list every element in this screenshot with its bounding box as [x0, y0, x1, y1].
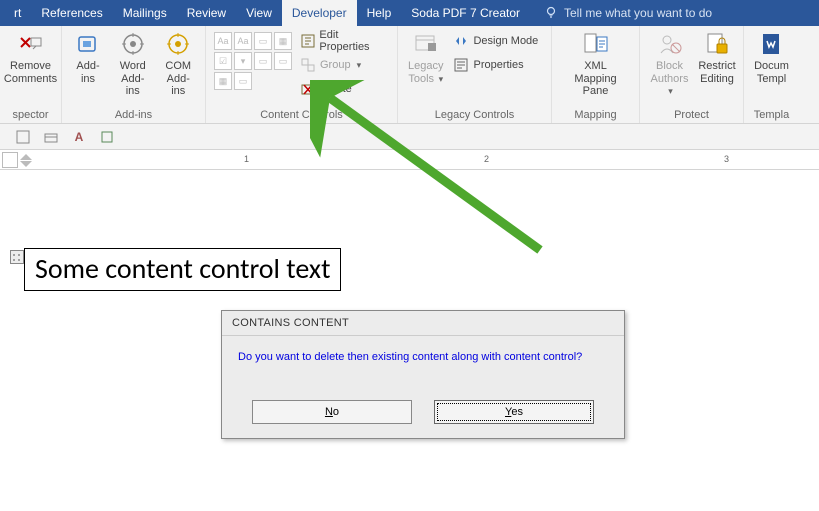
- legacy-tools-button[interactable]: Legacy Tools ▾: [402, 28, 449, 85]
- ribbon-tabs: rt References Mailings Review View Devel…: [0, 0, 819, 26]
- remove-comments-button[interactable]: Remove Comments: [4, 28, 57, 85]
- sec-btn-1[interactable]: [14, 128, 32, 146]
- word-addins-button[interactable]: Word Add-ins: [110, 28, 156, 98]
- tab-mailings[interactable]: Mailings: [113, 0, 177, 26]
- edit-properties-icon: [300, 33, 315, 49]
- document-template-icon: [758, 30, 786, 58]
- xml-mapping-icon: [582, 30, 610, 58]
- dialog-yes-button[interactable]: Yes: [434, 400, 594, 424]
- group-label-mapping: Mapping: [556, 108, 635, 123]
- chevron-down-icon: ▾: [355, 60, 362, 71]
- ribbon: Remove Comments spector Add- ins Word Ad…: [0, 26, 819, 124]
- document-template-button[interactable]: Docum Templ: [748, 28, 795, 85]
- dialog-no-button[interactable]: No: [252, 400, 412, 424]
- ruler-mark-1: 1: [244, 154, 249, 164]
- block-authors-button[interactable]: Block Authors ▾: [644, 28, 695, 98]
- document-area[interactable]: Some content control text CONTAINS CONTE…: [0, 170, 819, 511]
- group-label-content-controls: Content Controls: [210, 108, 393, 123]
- addins-button[interactable]: Add- ins: [66, 28, 110, 85]
- tab-review[interactable]: Review: [177, 0, 236, 26]
- tell-me-search[interactable]: Tell me what you want to do: [530, 0, 712, 26]
- cc-checkbox-icon: ☑: [214, 52, 232, 70]
- group-label-spector: spector: [4, 108, 57, 123]
- chevron-down-icon: ▾: [434, 74, 443, 84]
- ruler-mark-3: 3: [724, 154, 729, 164]
- group-button[interactable]: Group▾: [298, 54, 391, 76]
- group-label-protect: Protect: [644, 108, 739, 123]
- com-addins-button[interactable]: COM Add-ins: [156, 28, 202, 98]
- confirm-dialog: CONTAINS CONTENT Do you want to delete t…: [221, 310, 625, 439]
- cc-rich-text-icon: Aa: [214, 32, 232, 50]
- addins-icon: [74, 30, 102, 58]
- design-mode-icon: [453, 33, 469, 49]
- cc-legacy-icon: ▭: [234, 72, 252, 90]
- group-icon: [300, 57, 316, 73]
- design-mode-button[interactable]: Design Mode: [451, 30, 540, 52]
- cc-plain-text-icon: Aa: [234, 32, 252, 50]
- group-label-legacy-controls: Legacy Controls: [402, 108, 547, 123]
- tab-developer[interactable]: Developer: [282, 0, 357, 26]
- legacy-tools-icon: [412, 30, 440, 58]
- content-control-gallery: Aa Aa ▭ ▦ ☑ ▾ ▭ ▭ ▦ ▭: [210, 28, 296, 90]
- ruler[interactable]: 1 2 3: [0, 150, 819, 170]
- edit-properties-button[interactable]: Edit Properties: [298, 30, 391, 52]
- tab-view[interactable]: View: [236, 0, 282, 26]
- block-authors-icon: [656, 30, 684, 58]
- cc-combo-icon: ▾: [234, 52, 252, 70]
- sec-btn-4[interactable]: [98, 128, 116, 146]
- tab-references[interactable]: References: [31, 0, 112, 26]
- cc-picture-icon: ▭: [254, 32, 272, 50]
- remove-comments-icon: [17, 30, 45, 58]
- sec-btn-a[interactable]: A: [70, 128, 88, 146]
- restrict-editing-button[interactable]: Restrict Editing: [695, 28, 739, 85]
- delete-icon: [300, 81, 316, 97]
- ruler-mark-2: 2: [484, 154, 489, 164]
- tab-selector[interactable]: [2, 152, 18, 168]
- cc-repeat-icon: ▦: [214, 72, 232, 90]
- xml-mapping-pane-button[interactable]: XML Mapping Pane: [556, 28, 635, 98]
- properties-button[interactable]: Properties: [451, 54, 540, 76]
- dialog-message: Do you want to delete then existing cont…: [222, 336, 624, 394]
- dialog-title: CONTAINS CONTENT: [222, 311, 624, 336]
- indent-marker-icon[interactable]: [18, 152, 34, 168]
- tab-rt[interactable]: rt: [4, 0, 31, 26]
- group-label-template: Templa: [748, 108, 795, 123]
- sec-btn-2[interactable]: [42, 128, 60, 146]
- com-addins-icon: [164, 30, 192, 58]
- lightbulb-icon: [544, 5, 558, 22]
- cc-dropdown-icon: ▭: [254, 52, 272, 70]
- tab-soda-pdf[interactable]: Soda PDF 7 Creator: [401, 0, 530, 26]
- tell-me-label: Tell me what you want to do: [564, 6, 712, 20]
- cc-date-icon: ▭: [274, 52, 292, 70]
- restrict-editing-icon: [703, 30, 731, 58]
- group-label-addins: Add-ins: [66, 108, 201, 123]
- content-control-text[interactable]: Some content control text: [24, 248, 341, 291]
- content-control-handle[interactable]: [10, 250, 24, 264]
- word-addins-icon: [119, 30, 147, 58]
- tab-help[interactable]: Help: [357, 0, 402, 26]
- secondary-toolbar: A: [0, 124, 819, 150]
- properties-icon: [453, 57, 469, 73]
- chevron-down-icon: ▾: [666, 86, 673, 96]
- delete-button[interactable]: Delete: [298, 78, 391, 100]
- cc-building-block-icon: ▦: [274, 32, 292, 50]
